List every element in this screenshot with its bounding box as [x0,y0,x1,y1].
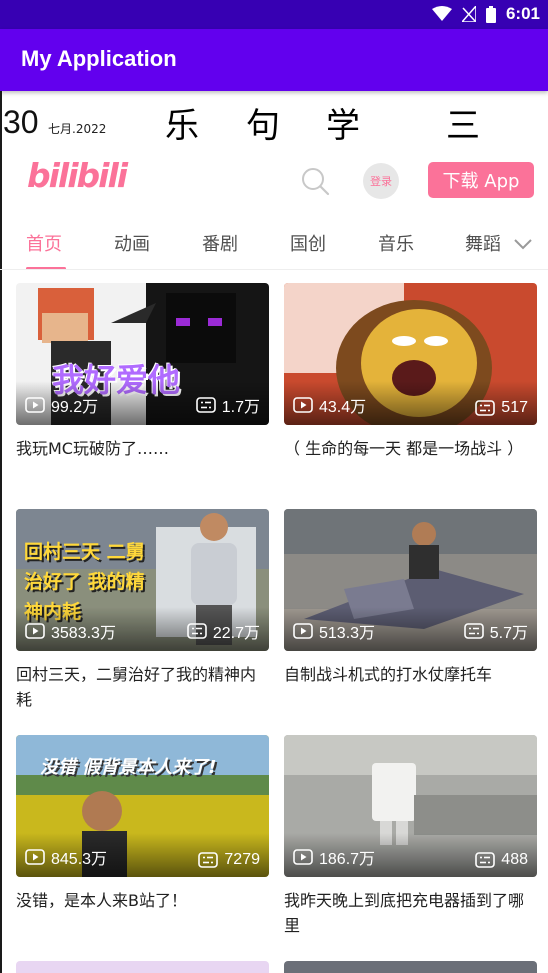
video-title[interactable]: 没错，是本人来B站了！ [16,888,269,913]
video-title[interactable]: 我昨天晚上到底把充电器插到了哪里 [284,888,537,938]
danmaku-count: 1.7万 [195,393,260,417]
video-title[interactable]: 回村三天，二舅治好了我的精神内耗 [16,662,269,712]
view-count: 845.3万 [25,845,107,869]
danmaku-icon [187,623,207,639]
wifi-icon [431,6,452,21]
play-icon [293,623,313,639]
video-thumbnail[interactable]: 我好爱他 99.2万 1.7万 [16,283,269,425]
danmaku-count-value: 1.7万 [221,399,260,416]
video-thumbnail[interactable]: 513.3万 5.7万 [284,509,537,651]
tab-guochuang[interactable]: 国创 [290,230,326,256]
video-card[interactable] [16,961,269,973]
view-count: 43.4万 [293,393,366,417]
view-count-value: 186.7万 [319,851,376,868]
bilibili-logo[interactable]: bilibili [27,156,128,195]
danmaku-count: 7279 [198,851,260,869]
site-header: bilibili 登录 下载 App [0,152,548,212]
view-count: 186.7万 [293,845,375,869]
video-thumbnail[interactable]: 43.4万 517 [284,283,537,425]
search-icon[interactable] [300,166,330,196]
tab-music[interactable]: 音乐 [378,230,414,256]
play-icon [293,397,313,413]
video-thumbnail[interactable]: 回村三天 二舅治好了 我的精神内耗 3583.3万 22.7万 [16,509,269,651]
view-count-value: 845.3万 [51,851,108,868]
danmaku-count: 488 [475,851,528,869]
danmaku-count: 5.7万 [463,619,528,643]
video-card[interactable] [284,961,537,973]
signal-icon [461,6,476,22]
status-icons: 6:01 [431,4,540,24]
video-card[interactable]: 回村三天 二舅治好了 我的精神内耗 3583.3万 22.7万 回村三天，二舅治… [16,509,269,712]
date-month-year: 七月.2022 [48,122,107,136]
status-time: 6:01 [505,4,540,23]
play-icon [25,623,45,639]
video-card[interactable]: 没错 假背景本人来了! 845.3万 7279 没错，是本人来B站了！ [16,735,269,913]
view-count: 513.3万 [293,619,375,643]
video-card[interactable]: 43.4万 517 （ 生命的每一天 都是一场战斗 ） [284,283,537,461]
video-title[interactable]: （ 生命的每一天 都是一场战斗 ） [284,436,537,461]
video-card[interactable]: 513.3万 5.7万 自制战斗机式的打水仗摩托车 [284,509,537,687]
tab-anime[interactable]: 动画 [114,230,150,256]
danmaku-count-value: 22.7万 [212,625,260,642]
word-char-3: 学 [326,106,360,146]
video-title[interactable]: 自制战斗机式的打水仗摩托车 [284,662,537,687]
danmaku-icon [475,852,496,868]
play-icon [25,849,45,865]
danmaku-icon [475,400,496,416]
app-title: My Application [21,46,177,71]
word-char-1: 乐 [165,106,199,146]
video-thumbnail[interactable]: 186.7万 488 [284,735,537,877]
download-app-button[interactable]: 下载 App [428,162,534,198]
danmaku-count: 517 [475,399,528,417]
view-count-value: 99.2万 [51,399,99,416]
video-title[interactable]: 我玩MC玩破防了…… [16,436,269,461]
word-char-4: 三 [446,106,480,146]
danmaku-count-value: 517 [501,399,528,416]
date-day: 30 [3,104,39,140]
thumbnail-caption: 没错 假背景本人来了! [40,757,217,778]
view-count: 99.2万 [25,393,98,417]
video-thumbnail[interactable] [16,961,269,973]
video-card[interactable]: 我好爱他 99.2万 1.7万 我玩MC玩破防了…… [16,283,269,461]
video-thumbnail[interactable]: 没错 假背景本人来了! 845.3万 7279 [16,735,269,877]
play-icon [25,397,45,413]
play-icon [293,849,313,865]
danmaku-icon [198,852,219,868]
tab-dance[interactable]: 舞蹈 [465,230,501,256]
login-button[interactable]: 登录 [363,163,399,199]
danmaku-count-value: 488 [501,851,528,868]
view-count: 3583.3万 [25,619,116,643]
view-count-value: 513.3万 [319,625,376,642]
tab-home[interactable]: 首页 [26,230,62,256]
category-tabs: 首页 动画 番剧 国创 音乐 舞蹈 [0,218,548,270]
battery-icon [485,5,496,23]
word-char-2: 句 [246,106,280,146]
danmaku-count-value: 5.7万 [489,625,528,642]
tab-bangumi[interactable]: 番剧 [202,230,238,256]
chevron-down-icon[interactable] [512,236,534,252]
app-bar: My Application [0,29,548,91]
video-card[interactable]: 186.7万 488 我昨天晚上到底把充电器插到了哪里 [284,735,537,938]
active-tab-indicator [26,267,66,269]
view-count-value: 3583.3万 [51,625,116,642]
video-thumbnail[interactable] [284,961,537,973]
danmaku-icon [463,623,484,639]
danmaku-icon [195,397,216,413]
date-row: 30 七月.2022 乐 句 学 三 [0,96,548,148]
view-count-value: 43.4万 [319,399,367,416]
status-bar: 6:01 [0,0,548,29]
danmaku-count-value: 7279 [224,851,260,868]
danmaku-count: 22.7万 [187,619,260,643]
